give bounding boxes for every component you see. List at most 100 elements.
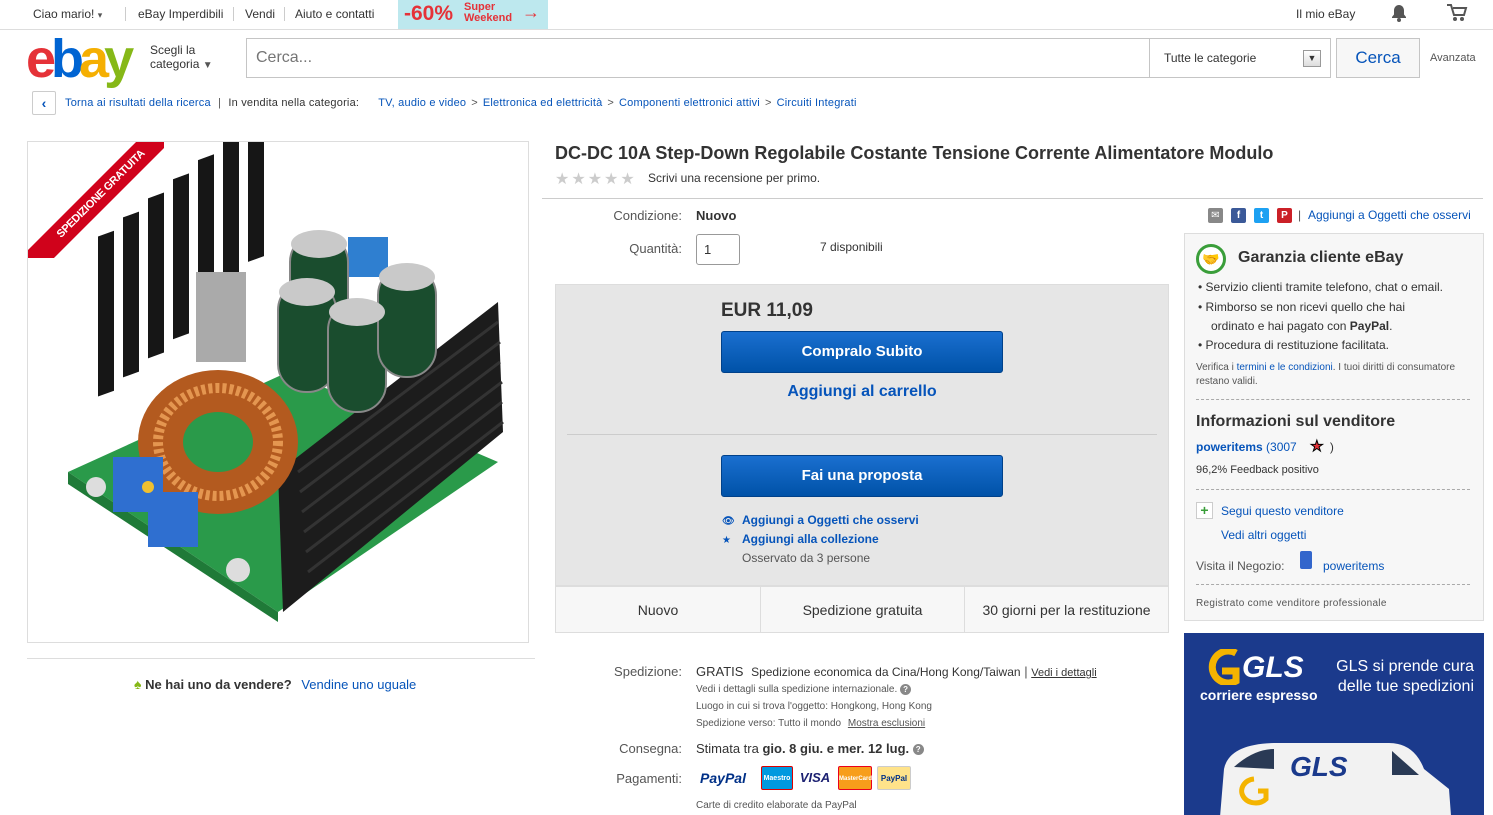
promo-percent: -60% [404, 2, 454, 25]
seller-name-row: poweritems (3007 ★ ) [1196, 438, 1334, 456]
gls-swoosh-icon [1200, 647, 1240, 687]
caret-down-icon: ▼ [202, 60, 213, 71]
breadcrumb-label: In vendita nella categoria: [228, 97, 360, 109]
help-icon[interactable]: ? [900, 684, 912, 695]
paypal-credit-logo: PayPal [877, 766, 911, 790]
greeting-name: mario! [61, 7, 95, 21]
deals-link[interactable]: eBay Imperdibili [138, 7, 223, 21]
divider [542, 198, 1483, 199]
divider [27, 658, 535, 659]
add-to-watchlist-link[interactable]: 👁 Aggiungi a Oggetti che osservi [722, 513, 919, 527]
feedback-star-icon: ★ [1310, 438, 1324, 456]
add-to-collection-link[interactable]: ★ Aggiungi alla collezione [722, 532, 879, 546]
quantity-input[interactable] [696, 234, 740, 265]
divider [1196, 584, 1470, 585]
feature-condition: Nuovo [555, 586, 761, 633]
help-contact-link[interactable]: Aiuto e contatti [295, 7, 374, 21]
ebay-logo[interactable]: ebay [26, 30, 134, 88]
payments-label: Pagamenti: [616, 771, 682, 786]
gls-advert[interactable]: GLS corriere espresso GLS si prende cura… [1184, 633, 1484, 815]
back-to-results-link[interactable]: Torna ai risultati della ricerca [65, 97, 211, 109]
search-input[interactable] [247, 39, 1147, 77]
feature-returns: 30 giorni per la restituzione [964, 586, 1169, 633]
price: EUR 11,09 [721, 300, 813, 321]
bell-icon[interactable] [1390, 3, 1408, 23]
divider: | [1298, 208, 1302, 222]
my-ebay-link[interactable]: Il mio eBay [1296, 7, 1355, 21]
chevron-down-icon: ▾ [97, 10, 103, 20]
guarantee-item: • Rimborso se non ricevi quello che hai [1198, 300, 1405, 314]
cart-icon[interactable] [1446, 3, 1468, 23]
divider [1196, 399, 1470, 400]
van-gls-logo: GLS [1290, 751, 1348, 782]
divider [1196, 489, 1470, 490]
divider [233, 7, 234, 21]
shipping-cost: GRATIS [696, 664, 744, 679]
top-bar: Ciao mario! ▾ eBay Imperdibili Vendi Aiu… [0, 0, 1493, 30]
free-shipping-ribbon: SPEDIZIONE GRATUITA [28, 142, 164, 258]
star-icon: ★ [722, 535, 731, 546]
store-icon[interactable] [1300, 551, 1312, 569]
watchlist-link[interactable]: Aggiungi a Oggetti che osservi [1308, 208, 1471, 222]
rating-stars: ★★★★★ [555, 171, 637, 188]
divider [284, 7, 285, 21]
breadcrumb-item[interactable]: Circuiti Integrati [777, 97, 857, 109]
advanced-search-link[interactable]: Avanzata [1430, 52, 1476, 64]
twitter-icon[interactable]: t [1254, 208, 1269, 223]
pinterest-icon[interactable]: P [1277, 208, 1292, 223]
show-exclusions-link[interactable]: Mostra esclusioni [848, 718, 925, 729]
buy-now-button[interactable]: Compralo Subito [721, 331, 1003, 373]
see-other-items-link[interactable]: Vedi altri oggetti [1221, 528, 1306, 542]
feedback-score-link[interactable]: (3007 [1266, 440, 1297, 454]
seller-info-title: Informazioni sul venditore [1196, 413, 1396, 430]
email-icon[interactable]: ✉ [1208, 208, 1223, 223]
guarantee-title: Garanzia cliente eBay [1238, 249, 1404, 266]
promo-label: Super Weekend [464, 1, 513, 24]
breadcrumb-item[interactable]: Componenti elettronici attivi [619, 97, 760, 109]
greeting[interactable]: Ciao mario! ▾ [33, 7, 102, 21]
seller-name-link[interactable]: poweritems [1196, 440, 1263, 454]
positive-feedback: 96,2% Feedback positivo [1196, 464, 1319, 476]
shop-by-category[interactable]: Scegli la categoria ▼ [150, 43, 213, 73]
store-link[interactable]: poweritems [1323, 559, 1384, 573]
help-icon[interactable]: ? [912, 744, 924, 756]
divider: | [218, 97, 222, 109]
card-processing-note: Carte di credito elaborate da PayPal [696, 800, 857, 811]
delivery-estimate: Stimata tra gio. 8 giu. e mer. 12 lug. ? [696, 741, 924, 756]
best-offer-button[interactable]: Fai una proposta [721, 455, 1003, 497]
breadcrumb-item[interactable]: TV, audio e video [378, 97, 466, 109]
category-select-value: Tutte le categorie [1164, 51, 1257, 65]
tag-icon: ♠ [134, 676, 142, 692]
condition-label: Condizione: [613, 208, 682, 223]
shipping-value: GRATIS Spedizione economica da Cina/Hong… [696, 664, 1097, 679]
ribbon-label: SPEDIZIONE GRATUITA [28, 142, 164, 258]
facebook-icon[interactable]: f [1231, 208, 1246, 223]
category-select[interactable]: Tutte le categorie ▼ [1149, 39, 1331, 77]
divider [567, 434, 1157, 435]
search-button[interactable]: Cerca [1336, 38, 1420, 78]
promo-banner[interactable]: -60% Super Weekend → [398, 0, 548, 29]
sell-one-question: Ne hai uno da vendere? [145, 677, 292, 692]
back-arrow-icon[interactable]: ‹ [32, 91, 56, 115]
breadcrumb: Torna ai risultati della ricerca | In ve… [65, 97, 857, 109]
search-bar: Tutte le categorie ▼ [246, 38, 1331, 78]
sell-one-link[interactable]: Vendine uno uguale [301, 677, 416, 692]
write-review-link[interactable]: Scrivi una recensione per primo. [648, 171, 820, 185]
shipping-details-link[interactable]: Vedi i dettagli [1031, 667, 1096, 679]
delivery-van-image: GLS [1214, 739, 1464, 815]
gls-tagline: GLS si prende cura delle tue spedizioni [1336, 658, 1474, 695]
sell-one-like-this: ♠ Ne hai uno da vendere? Vendine uno ugu… [134, 676, 416, 692]
follow-seller-link[interactable]: Segui questo venditore [1221, 504, 1344, 518]
item-title: DC-DC 10A Step-Down Regolabile Costante … [555, 143, 1274, 163]
available-count: 7 disponibili [820, 240, 883, 254]
breadcrumb-item[interactable]: Elettronica ed elettricità [483, 97, 603, 109]
sell-link[interactable]: Vendi [245, 7, 275, 21]
guarantee-item-cont: ordinato e hai pagato con PayPal. [1211, 319, 1393, 333]
terms-link[interactable]: termini e le condizioni [1237, 362, 1333, 373]
follow-plus-icon[interactable]: + [1196, 502, 1213, 519]
shipping-method: Spedizione economica da Cina/Hong Kong/T… [751, 665, 1021, 679]
greeting-prefix: Ciao [33, 7, 62, 21]
add-to-cart-button[interactable]: Aggiungi al carrello [721, 383, 1003, 401]
handshake-icon: 🤝 [1196, 244, 1226, 274]
product-image[interactable]: SPEDIZIONE GRATUITA [27, 141, 529, 643]
